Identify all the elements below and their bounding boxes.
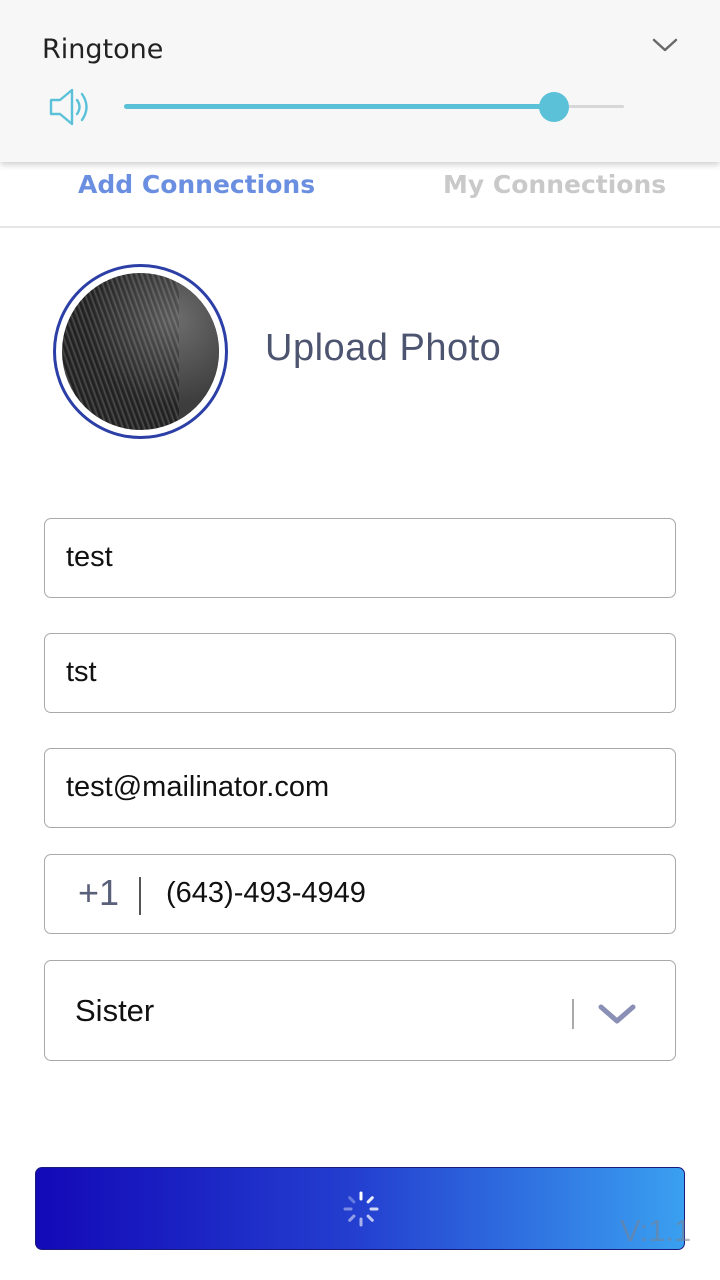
speaker-icon[interactable] [48,86,92,128]
country-code[interactable]: +1 [78,872,119,914]
email-field[interactable]: test@mailinator.com [44,748,676,828]
phone-value: (643)-493-4949 [166,877,366,909]
volume-panel-title: Ringtone [42,34,164,65]
relationship-select[interactable]: Sister [44,960,676,1061]
avatar-photo [62,273,219,430]
volume-slider-thumb[interactable] [539,92,569,122]
tab-add-connections[interactable]: Add Connections [78,170,315,199]
select-divider [572,999,574,1029]
volume-slider-fill [124,104,554,109]
relationship-value: Sister [75,993,155,1028]
volume-slider[interactable] [124,92,624,122]
phone-field[interactable]: +1 (643)-493-4949 [44,854,676,934]
connection-tabs: Add Connections My Connections [0,162,720,228]
page: Ringtone Add Connections My Connections … [0,0,720,1280]
avatar-photo-glare [62,273,219,430]
first-name-field[interactable]: test [44,518,676,598]
submit-button[interactable] [35,1167,685,1250]
spinner-icon [343,1191,379,1227]
last-name-value: tst [66,656,97,688]
chevron-down-icon[interactable] [596,999,638,1029]
email-value: test@mailinator.com [66,771,330,803]
chevron-down-icon[interactable] [650,34,680,56]
version-label: V:1.1 [620,1213,692,1248]
last-name-field[interactable]: tst [44,633,676,713]
upload-photo-label[interactable]: Upload Photo [265,327,501,370]
avatar-upload[interactable] [53,264,228,439]
first-name-value: test [66,541,113,573]
tab-my-connections[interactable]: My Connections [443,170,666,199]
volume-panel: Ringtone [0,0,720,162]
country-code-divider [139,877,141,915]
